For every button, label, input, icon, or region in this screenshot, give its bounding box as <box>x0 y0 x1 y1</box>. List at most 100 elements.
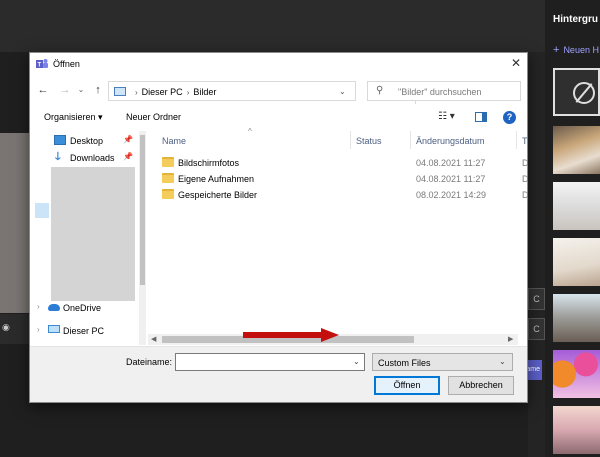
help-icon[interactable]: ? <box>503 111 516 124</box>
teams-side-area <box>528 52 545 457</box>
side-button-1[interactable]: C <box>528 288 545 310</box>
breadcrumb-item-this-pc[interactable]: Dieser PC <box>142 87 183 97</box>
file-date: 08.02.2021 14:29 <box>416 190 487 200</box>
search-input[interactable]: "Bilder" durchsuchen <box>398 87 481 97</box>
scroll-left-arrow-icon[interactable]: ◀ <box>151 335 156 343</box>
navigation-row: ← → ⌄ ↑ ›Dieser PC›Bilder ⌄ ↻ ⚲ "Bilder"… <box>30 79 527 104</box>
new-folder-button[interactable]: Neuer Ordner <box>126 112 181 122</box>
folder-icon <box>162 173 174 183</box>
dialog-toolbar: Organisieren ▾ Neuer Ordner ☷ ▾ ? <box>30 108 527 128</box>
chevron-right-icon[interactable]: › <box>37 325 40 334</box>
video-preview <box>0 133 30 313</box>
nav-item-this-pc[interactable]: › Dieser PC <box>35 323 145 339</box>
desktop-icon <box>54 135 66 145</box>
open-button[interactable]: Öffnen <box>374 376 440 395</box>
nav-item-desktop[interactable]: Desktop 📌 <box>35 133 145 149</box>
navigation-pane: Desktop 📌 🡓 Downloads 📌 › OneDrive › Die… <box>35 131 146 345</box>
column-divider[interactable] <box>350 131 351 149</box>
sort-ascending-icon: ^ <box>248 127 252 136</box>
file-date: 04.08.2021 11:27 <box>416 174 486 184</box>
blurred-region <box>51 167 135 301</box>
nav-item-label: Desktop <box>70 136 104 146</box>
cloud-icon <box>48 304 60 311</box>
file-list: ^ Name Status Änderungsdatum T Bildschir… <box>148 127 529 345</box>
nav-item-onedrive[interactable]: › OneDrive <box>35 300 145 316</box>
panel-title: Hintergru <box>553 14 598 25</box>
file-row[interactable]: Bildschirmfotos 04.08.2021 11:27 D <box>148 155 529 170</box>
folder-icon <box>162 157 174 167</box>
preview-pane-icon[interactable] <box>475 112 487 122</box>
organize-button[interactable]: Organisieren ▾ <box>44 112 103 123</box>
nav-item-label: OneDrive <box>63 303 102 313</box>
teams-top-bar <box>0 0 545 52</box>
chevron-down-icon[interactable]: ⌄ <box>353 357 360 366</box>
breadcrumb: › Dieser PC › Bilder <box>131 87 216 97</box>
file-type-value: Custom Files <box>378 358 431 368</box>
column-divider[interactable] <box>516 131 517 149</box>
file-type-select[interactable]: Custom Files ⌄ <box>372 353 513 371</box>
chevron-down-icon: ⌄ <box>499 357 506 366</box>
file-type: D <box>522 174 529 184</box>
filename-input[interactable] <box>176 354 346 370</box>
selected-item-highlight <box>35 203 49 218</box>
open-file-dialog: T Öffnen ✕ ← → ⌄ ↑ ›Dieser PC›Bilder ⌄ ↻… <box>29 52 529 403</box>
nav-item-label: Dieser PC <box>63 326 105 336</box>
background-thumbnail[interactable] <box>553 182 600 230</box>
dialog-footer: Dateiname: ⌄ Custom Files ⌄ Öffnen Abbre… <box>30 346 527 402</box>
back-arrow-icon[interactable]: ← <box>36 83 50 97</box>
teams-bottom-strip: ◉ <box>0 314 30 344</box>
column-header-name[interactable]: Name <box>162 136 186 146</box>
background-thumbnail[interactable] <box>553 294 600 342</box>
download-icon: 🡓 <box>55 151 61 163</box>
pc-icon <box>48 325 60 333</box>
add-new-background-button[interactable]: + Neuen H <box>553 44 599 56</box>
file-name: Gespeicherte Bilder <box>178 190 258 200</box>
file-row[interactable]: Gespeicherte Bilder 08.02.2021 14:29 D <box>148 187 529 202</box>
forward-arrow-icon[interactable]: → <box>58 83 72 97</box>
recent-locations-chevron-icon[interactable]: ⌄ <box>74 83 88 97</box>
arrow-head <box>321 328 339 342</box>
address-dropdown-chevron-icon[interactable]: ⌄ <box>339 87 346 96</box>
side-button-2[interactable]: C <box>528 318 545 340</box>
up-arrow-icon[interactable]: ↑ <box>91 83 105 97</box>
view-options-icon[interactable]: ☷ ▾ <box>438 111 455 122</box>
svg-text:T: T <box>38 63 42 69</box>
camera-icon[interactable]: ◉ <box>2 322 10 332</box>
scrollbar-thumb[interactable] <box>140 135 145 285</box>
chevron-right-icon[interactable]: › <box>37 302 40 311</box>
file-name: Eigene Aufnahmen <box>178 174 255 184</box>
nav-item-downloads[interactable]: 🡓 Downloads 📌 <box>35 150 145 166</box>
column-header-type[interactable]: T <box>522 136 528 146</box>
column-divider[interactable] <box>410 131 411 149</box>
filename-field[interactable]: ⌄ <box>175 353 365 371</box>
column-header-date[interactable]: Änderungsdatum <box>416 136 485 146</box>
breadcrumb-chevron-icon: › <box>135 88 138 97</box>
nav-pane-scrollbar[interactable] <box>139 131 146 345</box>
folder-icon <box>162 189 174 199</box>
file-name: Bildschirmfotos <box>178 158 240 168</box>
plus-icon: + <box>553 44 560 56</box>
column-header-status[interactable]: Status <box>356 136 382 146</box>
pin-icon[interactable]: 📌 <box>123 135 133 144</box>
cancel-button[interactable]: Abbrechen <box>448 376 514 395</box>
search-icon: ⚲ <box>376 85 384 96</box>
close-button[interactable]: ✕ <box>508 55 524 71</box>
file-row[interactable]: Eigene Aufnahmen 04.08.2021 11:27 D <box>148 171 529 186</box>
background-thumbnail[interactable] <box>553 126 600 174</box>
no-background-option[interactable] <box>553 68 600 116</box>
file-type: D <box>522 190 529 200</box>
scroll-right-arrow-icon[interactable]: ▶ <box>508 335 513 343</box>
filename-label: Dateiname: <box>126 357 173 367</box>
background-thumbnail[interactable] <box>553 350 600 398</box>
search-box[interactable]: ⚲ "Bilder" durchsuchen <box>367 81 521 101</box>
file-date: 04.08.2021 11:27 <box>416 158 486 168</box>
nav-item-label: Downloads <box>70 153 115 163</box>
breadcrumb-item-pictures[interactable]: Bilder <box>193 87 216 97</box>
file-list-header: ^ Name Status Änderungsdatum T <box>148 127 528 149</box>
pictures-folder-icon <box>114 87 126 96</box>
background-thumbnail[interactable] <box>553 406 600 454</box>
background-thumbnail[interactable] <box>553 238 600 286</box>
red-arrow-annotation <box>243 328 339 342</box>
address-bar[interactable]: ›Dieser PC›Bilder ⌄ ↻ <box>108 81 430 104</box>
pin-icon[interactable]: 📌 <box>123 152 133 161</box>
